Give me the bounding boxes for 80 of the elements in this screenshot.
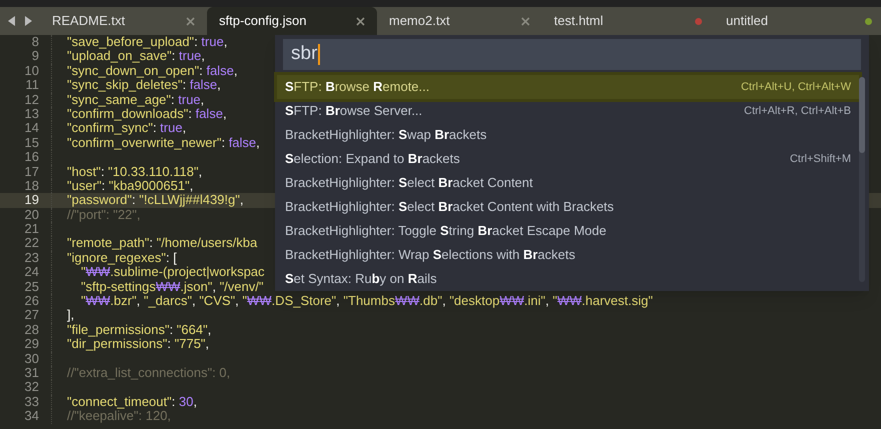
line-number: 16 bbox=[24, 150, 39, 165]
tab[interactable]: sftp-config.json bbox=[207, 7, 377, 35]
line-number: 10 bbox=[24, 64, 39, 78]
shortcut-text: Ctrl+Shift+M bbox=[790, 152, 851, 167]
command-item[interactable]: Set Syntax: Ruby on Rails bbox=[275, 267, 859, 291]
command-label: Set Syntax: Ruby on Rails bbox=[285, 270, 437, 288]
line-number: 11 bbox=[24, 78, 39, 93]
code-line: "sync_down_on_open": false, bbox=[67, 62, 238, 78]
code-line: "dir_permissions": "775", bbox=[67, 336, 210, 352]
command-label: BracketHighlighter: Swap Brackets bbox=[285, 126, 487, 144]
shortcut-text: Ctrl+Alt+U, Ctrl+Alt+W bbox=[740, 80, 851, 95]
code-line: "confirm_sync": true, bbox=[67, 120, 186, 136]
line-number: 20 bbox=[24, 208, 39, 222]
command-item[interactable]: BracketHighlighter: Toggle String Bracket Escape Mode bbox=[275, 219, 859, 243]
command-label: SFTP: Browse Remote... bbox=[285, 78, 430, 96]
code-line: "user": "kba9000651", bbox=[67, 178, 194, 193]
code-line: "save_before_upload": true, bbox=[67, 35, 228, 49]
close-icon[interactable] bbox=[186, 16, 195, 26]
code-line: "connect_timeout": 30, bbox=[67, 394, 197, 409]
line-number: 23 bbox=[24, 250, 39, 266]
command-item[interactable]: BracketHighlighter: Swap Brackets bbox=[275, 123, 859, 147]
line-number: 26 bbox=[24, 294, 39, 308]
close-icon[interactable] bbox=[356, 16, 365, 26]
line-number: 24 bbox=[24, 265, 39, 280]
line-number: 28 bbox=[24, 322, 39, 338]
line-number: 8 bbox=[30, 35, 39, 50]
line-number: 12 bbox=[24, 92, 39, 107]
command-label: BracketHighlighter: Select Bracket Content bbox=[285, 174, 533, 192]
code-comment: //"keepalive": 120, bbox=[67, 408, 171, 424]
line-number: 33 bbox=[24, 394, 39, 410]
line-number: 13 bbox=[24, 106, 39, 122]
command-item[interactable]: SFTP: Browse Server... Ctrl+Alt+R, Ctrl+Alt+B bbox=[275, 99, 859, 123]
code-line: "password": "!cLLWjj##l439!g", bbox=[67, 192, 244, 208]
command-label: BracketHighlighter: Wrap Selections with Brackets bbox=[285, 246, 576, 264]
command-item[interactable]: BracketHighlighter: Wrap Selections with Brackets bbox=[275, 243, 859, 267]
code-line: "file_permissions": "664", bbox=[67, 322, 212, 337]
line-number: 29 bbox=[24, 337, 39, 352]
search-field[interactable]: sbr bbox=[283, 39, 861, 70]
line-number: 30 bbox=[24, 352, 39, 366]
code-comment: //"extra_list_connections": 0, bbox=[67, 364, 230, 380]
query-text: sbr bbox=[291, 42, 318, 66]
code-line: "host": "10.33.110.118", bbox=[67, 164, 202, 179]
line-number: 27 bbox=[24, 308, 39, 323]
line-number: 25 bbox=[24, 280, 39, 294]
line-number: 34 bbox=[24, 409, 39, 424]
close-icon[interactable] bbox=[521, 16, 530, 26]
line-number: 31 bbox=[24, 366, 39, 380]
code-line: "sftp-settings₩₩.json", "/venv/" bbox=[81, 278, 264, 294]
code-line: "confirm_overwrite_newer": false, bbox=[67, 134, 260, 150]
line-number: 32 bbox=[24, 380, 39, 395]
code-line: "upload_on_save": true, bbox=[67, 48, 205, 64]
command-label: Selection: Expand to Brackets bbox=[285, 150, 460, 168]
code-line: "ignore_regexes": [ bbox=[67, 250, 177, 265]
command-item[interactable]: BracketHighlighter: Select Bracket Content bbox=[275, 171, 859, 195]
code-line: "remote_path": "/home/users/kba bbox=[67, 235, 258, 250]
line-number: 22 bbox=[24, 236, 39, 251]
line-number: 21 bbox=[24, 222, 39, 236]
command-item[interactable]: SFTP: Browse Remote... Ctrl+Alt+U, Ctrl+Alt+W bbox=[277, 75, 859, 99]
line-number: 18 bbox=[24, 178, 39, 194]
line-number: 19 bbox=[24, 193, 39, 208]
line-number: 17 bbox=[24, 164, 39, 179]
scroll-left-icon[interactable] bbox=[8, 16, 16, 26]
line-number: 14 bbox=[24, 121, 39, 136]
code-line: "₩₩.bzr", "_darcs", "CVS", "₩₩.DS_Store", "Thumbs₩₩.db", "desktop₩₩.ini", "₩₩.harvest.sig" bbox=[81, 293, 653, 308]
code-comment: //"port": "22", bbox=[67, 206, 140, 222]
line-number: 15 bbox=[24, 136, 39, 150]
command-label: BracketHighlighter: Toggle String Bracket Escape Mode bbox=[285, 222, 606, 240]
command-item[interactable]: BracketHighlighter: Select Bracket Content with Brackets bbox=[275, 195, 859, 219]
command-label: BracketHighlighter: Select Bracket Content with Brackets bbox=[285, 198, 614, 216]
scrollbar[interactable] bbox=[859, 77, 865, 282]
code-line: ], bbox=[67, 307, 74, 322]
line-number: 9 bbox=[30, 49, 39, 64]
code-line: "₩₩.sublime-(project|workspac bbox=[81, 264, 265, 280]
command-label: SFTP: Browse Server... bbox=[285, 102, 422, 120]
command-item[interactable]: Selection: Expand to Brackets Ctrl+Shift+M bbox=[275, 147, 859, 171]
shortcut-text: Ctrl+Alt+R, Ctrl+Alt+B bbox=[744, 104, 851, 119]
code-line: "sync_same_age": true, bbox=[67, 92, 204, 107]
code-line: "sync_skip_deletes": false, bbox=[67, 77, 221, 92]
code-line: "confirm_downloads": false, bbox=[67, 106, 227, 121]
scroll-right-icon[interactable] bbox=[24, 16, 32, 26]
